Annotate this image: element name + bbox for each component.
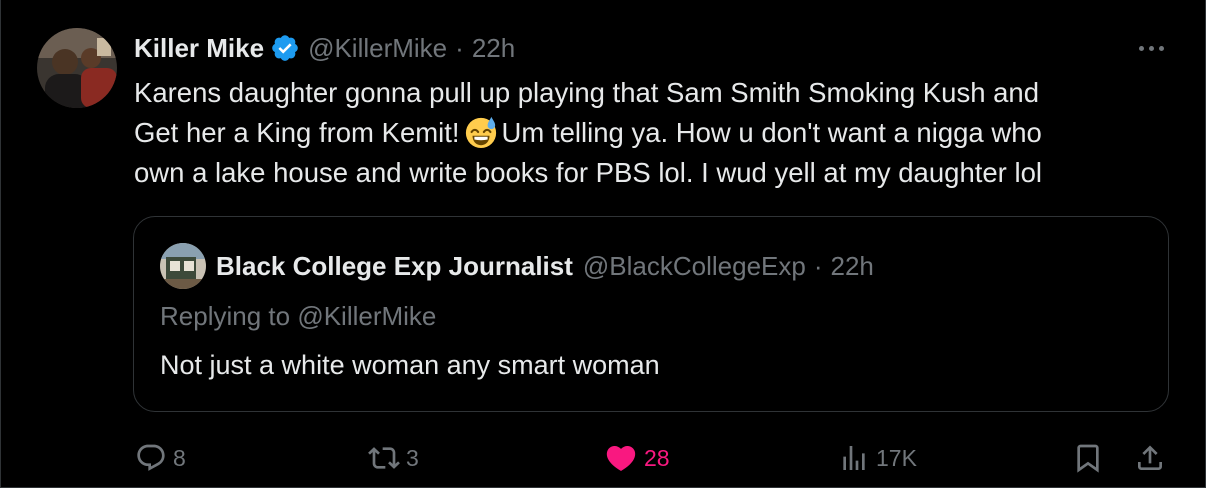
bookmark-icon [1077, 444, 1099, 473]
more-icon[interactable] [1131, 33, 1171, 63]
heart-icon [606, 445, 636, 471]
tweet-card[interactable]: Killer Mike @KillerMike · 22h Karens dau… [0, 0, 1206, 488]
tweet-text-line: own a lake house and write books for PBS… [134, 157, 1042, 188]
repost-button[interactable]: 3 [368, 438, 419, 478]
quoted-author-avatar[interactable] [160, 243, 206, 289]
quoted-tweet-text: Not just a white woman any smart woman [160, 350, 660, 380]
quoted-timestamp[interactable]: 22h [831, 251, 874, 282]
views-count: 17K [876, 444, 917, 471]
quoted-tweet-header: Black College Exp Journalist @BlackColle… [216, 249, 874, 283]
separator-dot: · [455, 32, 464, 63]
tweet-text-segment: Um telling ya. How u don't want a nigga … [501, 117, 1042, 148]
separator-dot: · [813, 250, 823, 281]
author-name[interactable]: Killer Mike [134, 33, 264, 64]
sweat-smile-emoji [465, 116, 496, 149]
author-avatar[interactable] [37, 28, 117, 108]
tweet-text-line: Karens daughter gonna pull up playing th… [134, 77, 1040, 108]
bookmark-button[interactable] [1072, 438, 1104, 478]
views-button[interactable]: 17K [838, 438, 917, 478]
replying-to-mention[interactable]: @KillerMike [297, 301, 436, 331]
views-icon [843, 446, 865, 470]
quoted-tweet[interactable]: Black College Exp Journalist @BlackColle… [133, 216, 1169, 412]
tweet-text: Karens daughter gonna pull up playing th… [134, 73, 1179, 193]
reply-button[interactable]: 8 [135, 438, 186, 478]
share-button[interactable] [1134, 438, 1166, 478]
replying-to-label: Replying to [160, 301, 291, 331]
share-icon [1138, 445, 1162, 470]
reply-icon [137, 444, 165, 471]
repost-icon [368, 447, 400, 469]
reply-count: 8 [173, 444, 186, 471]
tweet-header: Killer Mike @KillerMike · 22h [134, 31, 515, 65]
verified-badge-icon[interactable] [270, 33, 300, 63]
replying-to: Replying to @KillerMike [160, 301, 436, 332]
author-handle[interactable]: @KillerMike [308, 33, 447, 64]
quoted-author-name[interactable]: Black College Exp Journalist [216, 251, 573, 282]
like-count: 28 [644, 444, 670, 471]
tweet-text-segment: Get her a King from Kemit! [134, 117, 460, 148]
timestamp[interactable]: 22h [472, 33, 515, 64]
like-button[interactable]: 28 [604, 438, 670, 478]
repost-count: 3 [406, 444, 419, 471]
quoted-author-handle[interactable]: @BlackCollegeExp [583, 251, 806, 282]
tweet-text-line: Get her a King from Kemit! Um telling ya… [134, 113, 1179, 153]
